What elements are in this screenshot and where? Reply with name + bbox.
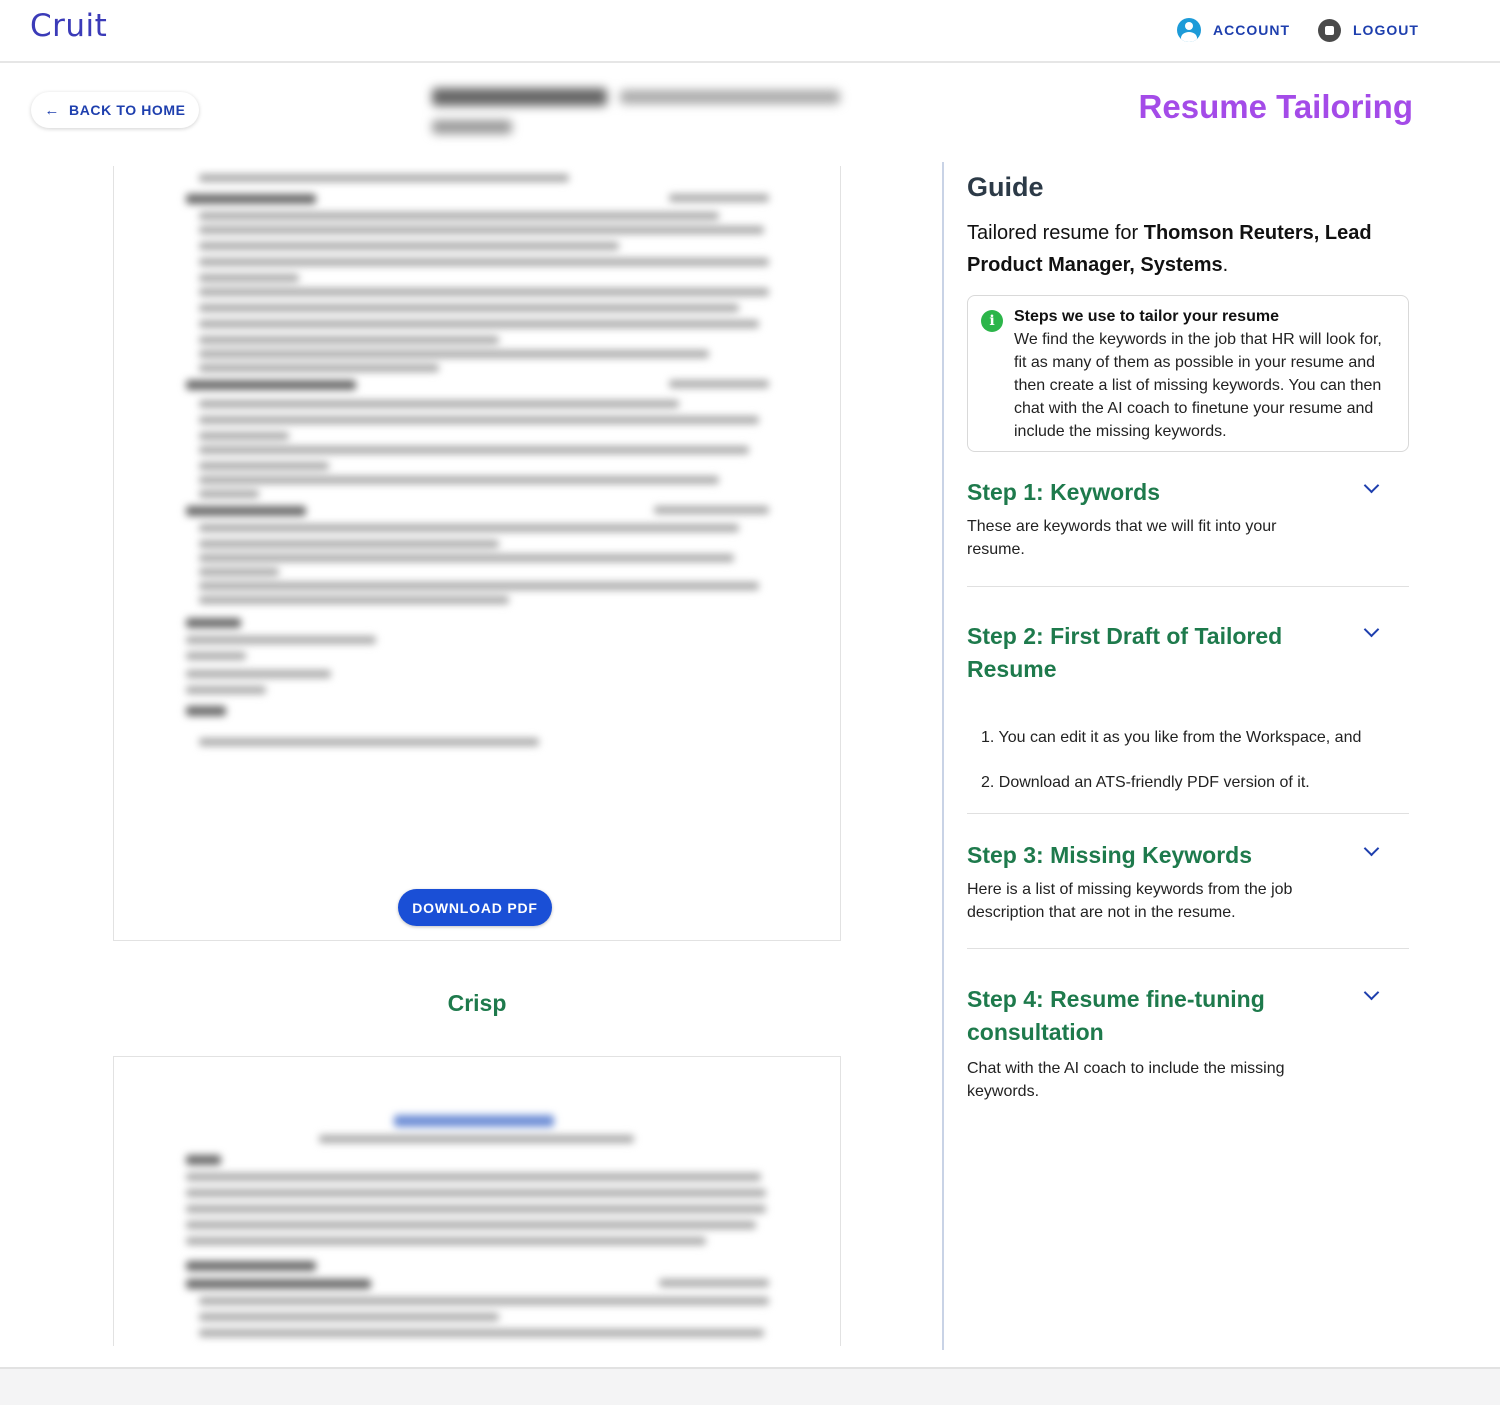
- download-pdf-button[interactable]: DOWNLOAD PDF: [398, 889, 552, 926]
- blurred-job-title: [430, 82, 860, 144]
- blurred-template-content: [114, 1057, 840, 1346]
- page-title: Resume Tailoring: [1138, 88, 1413, 125]
- panel-divider: [942, 162, 944, 1350]
- list-item: 2. Download an ATS-friendly PDF version …: [981, 774, 1310, 791]
- info-callout: i Steps we use to tailor your resume We …: [967, 295, 1409, 452]
- step-title: Step 1: Keywords: [967, 479, 1160, 505]
- step-3-section[interactable]: Step 3: Missing Keywords Here is a list …: [967, 839, 1409, 924]
- step-description: Here is a list of missing keywords from …: [967, 881, 1293, 921]
- step-1-section[interactable]: Step 1: Keywords These are keywords that…: [967, 476, 1409, 561]
- stop-circle-icon: [1318, 18, 1341, 42]
- chevron-down-icon[interactable]: [1363, 987, 1381, 1005]
- logout-label: LOGOUT: [1353, 22, 1419, 38]
- user-circle-icon: [1177, 18, 1201, 42]
- chevron-down-icon[interactable]: [1363, 843, 1381, 861]
- arrow-left-icon: ←: [44, 101, 60, 119]
- step-title: Step 2: First Draft of Tailored Resume: [967, 623, 1283, 682]
- step-divider: [967, 948, 1409, 949]
- guide-subtitle: Tailored resume for Thomson Reuters, Lea…: [967, 222, 1372, 276]
- step-divider: [967, 586, 1409, 587]
- info-text: We find the keywords in the job that HR …: [1014, 331, 1382, 440]
- back-to-home-label: BACK TO HOME: [69, 102, 186, 118]
- info-icon: i: [981, 310, 1003, 332]
- logout-button[interactable]: LOGOUT: [1318, 18, 1419, 42]
- resume-template-preview-card[interactable]: [113, 1056, 841, 1346]
- step-4-section[interactable]: Step 4: Resume fine-tuning consultation …: [967, 983, 1409, 1103]
- list-item: 1. You can edit it as you like from the …: [981, 729, 1362, 746]
- guide-title: Guide: [967, 172, 1044, 202]
- top-navigation-bar: Cruit ACCOUNT LOGOUT: [0, 0, 1500, 63]
- account-button[interactable]: ACCOUNT: [1177, 18, 1290, 42]
- blurred-resume-content: [114, 166, 840, 766]
- chevron-down-icon[interactable]: [1363, 480, 1381, 498]
- step-title: Step 4: Resume fine-tuning consultation: [967, 986, 1265, 1045]
- cruit-logo[interactable]: Cruit: [30, 8, 107, 44]
- step-divider: [967, 813, 1409, 814]
- step-description: Chat with the AI coach to include the mi…: [967, 1060, 1285, 1100]
- resume-preview-card: [113, 166, 841, 941]
- bottom-bar: [0, 1367, 1500, 1405]
- chevron-down-icon[interactable]: [1363, 624, 1381, 642]
- step-title: Step 3: Missing Keywords: [967, 842, 1253, 868]
- info-title: Steps we use to tailor your resume: [1014, 308, 1279, 325]
- step-list: 1. You can edit it as you like from the …: [967, 726, 1409, 794]
- back-to-home-button[interactable]: ← BACK TO HOME: [31, 92, 199, 128]
- guide-panel: Guide Tailored resume for Thomson Reuter…: [967, 172, 1412, 281]
- step-description: These are keywords that we will fit into…: [967, 518, 1277, 558]
- account-label: ACCOUNT: [1213, 22, 1290, 38]
- step-2-section[interactable]: Step 2: First Draft of Tailored Resume 1…: [967, 620, 1409, 794]
- template-name-label: Crisp: [447, 990, 507, 1016]
